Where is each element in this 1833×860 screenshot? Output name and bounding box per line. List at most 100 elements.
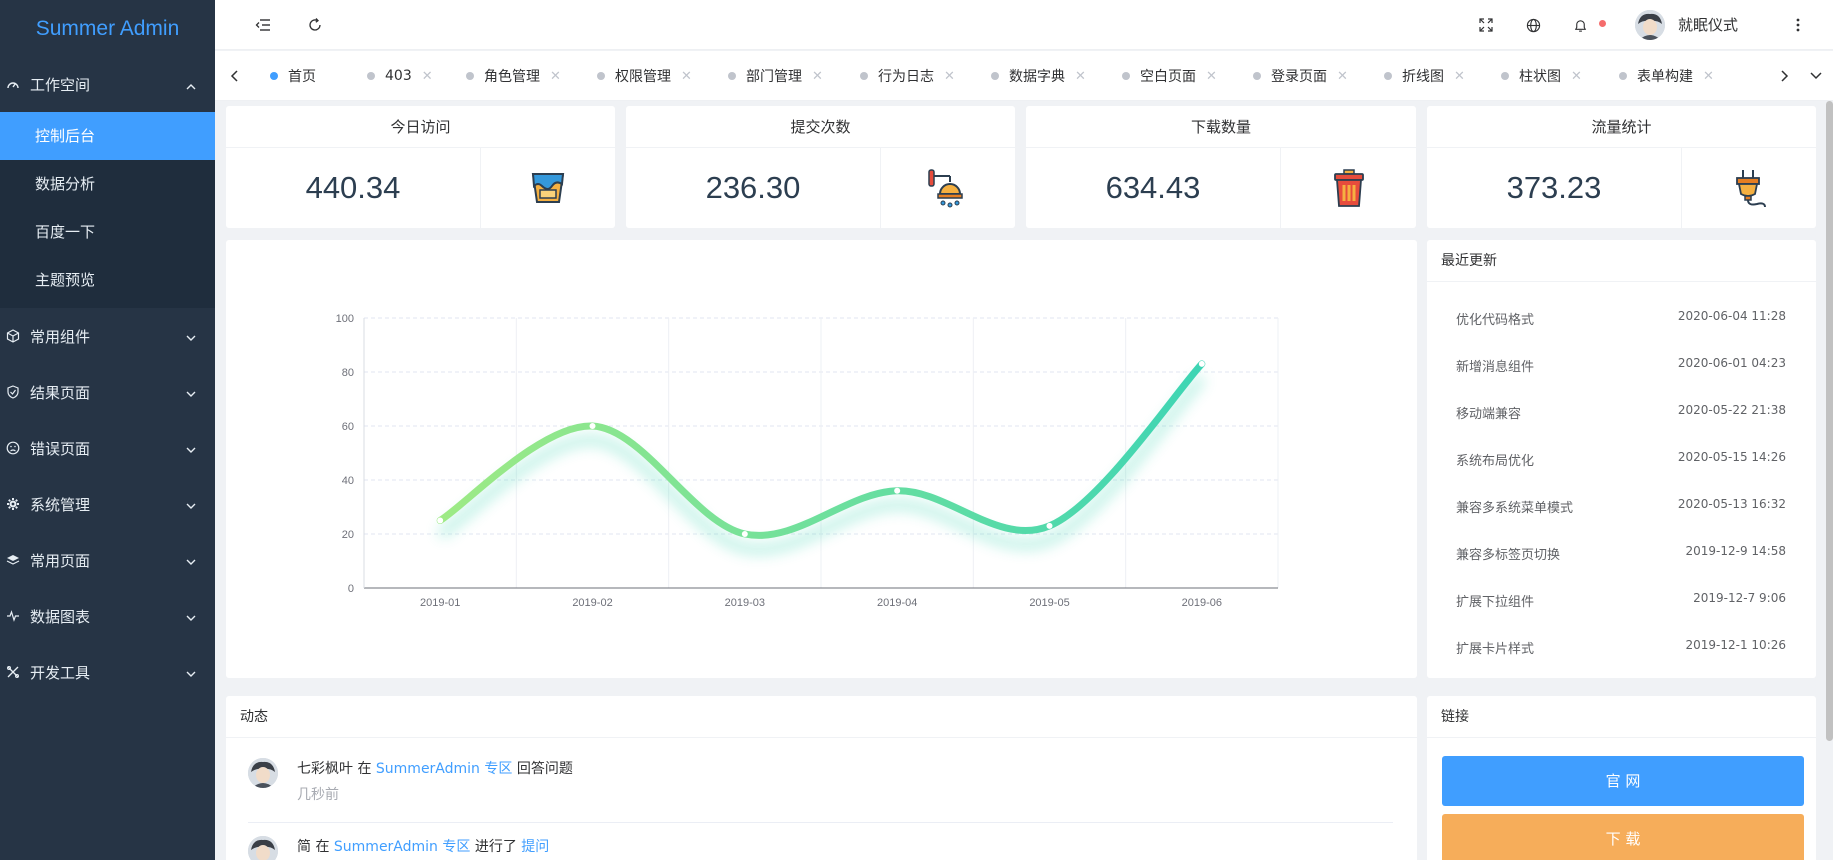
tab-bar-chart[interactable]: 柱状图 ✕ — [1501, 51, 1582, 101]
top-header: 就眠仪式 — [215, 0, 1833, 50]
avatar[interactable] — [1635, 10, 1665, 40]
more-vertical-icon[interactable] — [1786, 13, 1810, 37]
tab-dot — [1384, 72, 1392, 80]
close-icon[interactable]: ✕ — [1337, 69, 1348, 84]
activity-action-link[interactable]: 提问 — [521, 839, 549, 855]
chevron-down-icon — [185, 666, 197, 678]
tab-label: 403 — [385, 68, 412, 84]
menu-group-system[interactable]: 系统管理 — [0, 476, 215, 532]
tab-department-management[interactable]: 部门管理 ✕ — [728, 51, 823, 101]
close-icon[interactable]: ✕ — [1703, 69, 1714, 84]
tab-label: 数据字典 — [1009, 69, 1065, 85]
menu-group-label: 开发工具 — [30, 663, 91, 682]
menu-group-components[interactable]: 常用组件 — [0, 308, 215, 364]
activity-user: 七彩枫叶 — [297, 761, 353, 777]
menu-group-label: 常用页面 — [30, 551, 91, 570]
chart-card: 0 20 40 60 80 100 2019-01 2019-02 2019-03 2019-04… — [226, 240, 1417, 678]
user-name[interactable]: 就眠仪式 — [1678, 14, 1738, 35]
list-item[interactable]: 移动端兼容 2020-05-22 21:38 — [1427, 403, 1816, 423]
download-button[interactable]: 下 载 — [1442, 814, 1804, 860]
chevron-down-icon — [185, 386, 197, 398]
update-time: 2020-05-22 21:38 — [1677, 403, 1786, 417]
y-tick-label: 20 — [342, 529, 354, 541]
sidebar-item-analysis[interactable]: 数据分析 — [0, 160, 215, 208]
list-item[interactable]: 兼容多标签页切换 2019-12-9 14:58 — [1427, 544, 1816, 564]
menu-group-devtools[interactable]: 开发工具 — [0, 644, 215, 700]
tab-data-dictionary[interactable]: 数据字典 ✕ — [991, 51, 1086, 101]
tab-label: 部门管理 — [746, 69, 802, 85]
y-tick-label: 100 — [336, 313, 354, 325]
fullscreen-icon[interactable] — [1474, 13, 1498, 37]
activity-link[interactable]: SummerAdmin 专区 — [376, 761, 512, 777]
paint-bucket-icon — [481, 148, 615, 228]
gear-icon — [6, 497, 20, 511]
close-icon[interactable]: ✕ — [944, 69, 955, 84]
tab-label: 首页 — [288, 69, 316, 85]
tabs-scroll-right-icon[interactable] — [1772, 64, 1796, 88]
tab-login-page[interactable]: 登录页面 ✕ — [1253, 51, 1348, 101]
tab-line-chart[interactable]: 折线图 ✕ — [1384, 51, 1465, 101]
update-title: 兼容多系统菜单模式 — [1456, 501, 1574, 516]
menu-group-label: 系统管理 — [30, 495, 91, 514]
tab-label: 折线图 — [1402, 69, 1444, 85]
tab-behavior-log[interactable]: 行为日志 ✕ — [860, 51, 955, 101]
official-site-button[interactable]: 官 网 — [1442, 756, 1804, 806]
update-time: 2020-06-01 04:23 — [1677, 356, 1786, 370]
sidebar-item-console[interactable]: 控制后台 — [0, 112, 215, 160]
list-item[interactable]: 兼容多系统菜单模式 2020-05-13 16:32 — [1427, 497, 1816, 517]
bell-icon[interactable] — [1568, 13, 1592, 37]
activity-user: 简 — [297, 839, 311, 855]
close-icon[interactable]: ✕ — [681, 69, 692, 84]
tabs-scroll-left-icon[interactable] — [223, 64, 247, 88]
close-icon[interactable]: ✕ — [550, 69, 561, 84]
close-icon[interactable]: ✕ — [1075, 69, 1086, 84]
tab-dot — [597, 72, 605, 80]
menu-group-errors[interactable]: 错误页面 — [0, 420, 215, 476]
menu-group-pages[interactable]: 常用页面 — [0, 532, 215, 588]
activity-text: 七彩枫叶 在 SummerAdmin 专区 回答问题 — [297, 758, 1393, 778]
refresh-icon[interactable] — [303, 13, 327, 37]
activity-link[interactable]: SummerAdmin 专区 — [334, 839, 470, 855]
globe-icon[interactable] — [1521, 13, 1545, 37]
divider — [248, 822, 1393, 823]
stat-value: 634.43 — [1026, 148, 1281, 228]
page-scrollbar[interactable] — [1826, 101, 1833, 741]
menu-group-label: 错误页面 — [30, 439, 91, 458]
menu-group-workspace[interactable]: 工作空间 — [0, 57, 215, 112]
tab-label: 行为日志 — [878, 69, 934, 85]
tab-403[interactable]: 403 ✕ — [367, 51, 433, 101]
close-icon[interactable]: ✕ — [812, 69, 823, 84]
tab-role-management[interactable]: 角色管理 ✕ — [466, 51, 561, 101]
close-icon[interactable]: ✕ — [1571, 69, 1582, 84]
menu-group-results[interactable]: 结果页面 — [0, 364, 215, 420]
sidebar: Summer Admin 工作空间 控制后台 数据分析 百度一下 主题预览 常用… — [0, 0, 215, 860]
close-icon[interactable]: ✕ — [1206, 69, 1217, 84]
sidebar-item-theme-preview[interactable]: 主题预览 — [0, 256, 215, 304]
avatar — [248, 758, 278, 788]
list-item[interactable]: 扩展卡片样式 2019-12-1 10:26 — [1427, 638, 1816, 658]
list-item[interactable]: 新增消息组件 2020-06-01 04:23 — [1427, 356, 1816, 376]
stat-title: 下载数量 — [1026, 106, 1416, 148]
list-item[interactable]: 优化代码格式 2020-06-04 11:28 — [1427, 309, 1816, 329]
x-tick-label: 2019-04 — [877, 597, 917, 609]
list-item: 七彩枫叶 在 SummerAdmin 专区 回答问题 几秒前 — [248, 758, 1393, 823]
update-title: 兼容多标签页切换 — [1456, 548, 1561, 563]
list-item[interactable]: 扩展下拉组件 2019-12-7 9:06 — [1427, 591, 1816, 611]
y-tick-label: 0 — [348, 583, 354, 595]
menu-group-charts[interactable]: 数据图表 — [0, 588, 215, 644]
collapse-menu-icon[interactable] — [251, 13, 275, 37]
tab-form-builder[interactable]: 表单构建 ✕ — [1619, 51, 1714, 101]
tab-dot — [860, 72, 868, 80]
tabs-bar: 首页 403 ✕ 角色管理 ✕ 权限管理 ✕ 部门管理 ✕ 行为日志 ✕ 数据字… — [215, 51, 1833, 101]
tab-permission-management[interactable]: 权限管理 ✕ — [597, 51, 692, 101]
submenu-workspace: 控制后台 数据分析 百度一下 主题预览 — [0, 112, 215, 308]
tab-blank-page[interactable]: 空白页面 ✕ — [1122, 51, 1217, 101]
tab-home[interactable]: 首页 — [270, 51, 316, 101]
sidebar-item-baidu[interactable]: 百度一下 — [0, 208, 215, 256]
tabs-dropdown-icon[interactable] — [1804, 64, 1828, 88]
stat-value: 440.34 — [226, 148, 481, 228]
close-icon[interactable]: ✕ — [1454, 69, 1465, 84]
list-item[interactable]: 系统布局优化 2020-05-15 14:26 — [1427, 450, 1816, 470]
close-icon[interactable]: ✕ — [422, 69, 433, 84]
stat-card-submits: 提交次数 236.30 — [626, 106, 1015, 228]
